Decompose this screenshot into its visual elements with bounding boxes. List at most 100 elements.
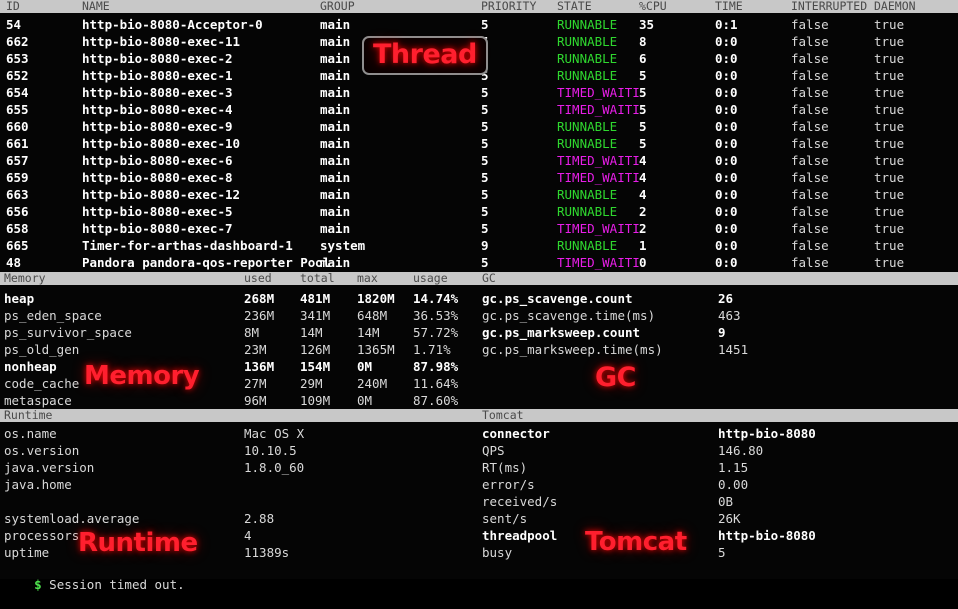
thread-cell-name: http-bio-8080-exec-3 (82, 85, 233, 100)
thread-cell-time: 0:0 (715, 68, 738, 83)
thread-row[interactable]: 655 http-bio-8080-exec-4 main 5 TIMED_WAITI 5… (0, 101, 958, 118)
thread-col-header-id: ID (6, 0, 20, 13)
memory-cell-usage: 87.98% (413, 359, 459, 374)
thread-cell-id: 656 (6, 204, 29, 219)
thread-cell-daemon: true (874, 34, 905, 49)
status-line: $ Session timed out. (4, 561, 185, 592)
runtime-row-name: systemload.average (4, 511, 140, 526)
thread-cell-name: http-bio-8080-exec-7 (82, 221, 233, 236)
thread-cell-daemon: true (874, 119, 905, 134)
thread-row[interactable]: 661 http-bio-8080-exec-10 main 5 RUNNABLE 5 0:… (0, 135, 958, 152)
thread-row[interactable]: 663 http-bio-8080-exec-12 main 5 RUNNABLE 4 0:… (0, 186, 958, 203)
thread-row[interactable]: 659 http-bio-8080-exec-8 main 5 TIMED_WAITI 4… (0, 169, 958, 186)
thread-col-header-daemon: DAEMON (874, 0, 916, 13)
runtime-row-value: 1.8.0_60 (244, 460, 305, 475)
memory-cell-usage: 14.74% (413, 291, 459, 306)
thread-cell-group: main (320, 153, 351, 168)
thread-col-header-time: TIME (715, 0, 743, 13)
gc-row-name: gc.ps_marksweep.time(ms) (482, 342, 663, 357)
thread-cell-cpu: 4 (639, 187, 647, 202)
thread-row[interactable]: 657 http-bio-8080-exec-6 main 5 TIMED_WAITI 4… (0, 152, 958, 169)
annotation-tomcat: Tomcat (585, 527, 687, 557)
memory-cell-total: 341M (300, 308, 331, 323)
thread-row[interactable]: 656 http-bio-8080-exec-5 main 5 RUNNABLE 2 0:0… (0, 203, 958, 220)
runtime-row-value: Mac OS X (244, 426, 305, 441)
thread-cell-time: 0:0 (715, 187, 738, 202)
memory-cell-max: 1365M (357, 342, 395, 357)
thread-cell-interrupted: false (791, 85, 829, 100)
thread-cell-interrupted: false (791, 221, 829, 236)
runtime-section-header: Runtime (0, 409, 478, 422)
thread-col-header-interrupted: INTERRUPTED (791, 0, 868, 13)
thread-cell-daemon: true (874, 238, 905, 253)
memory-cell-max: 14M (357, 325, 380, 340)
runtime-row-name: uptime (4, 545, 50, 560)
thread-row[interactable]: 660 http-bio-8080-exec-9 main 5 RUNNABLE 5 0:0… (0, 118, 958, 135)
tomcat-row-name: sent/s (482, 511, 528, 526)
gc-row-value: 463 (718, 308, 741, 323)
tomcat-row-value: 0.00 (718, 477, 749, 492)
memory-col-header-total: total (300, 272, 335, 285)
thread-cell-cpu: 8 (639, 34, 647, 49)
tomcat-row-name: connector (482, 426, 550, 441)
memory-row-name: ps_old_gen (4, 342, 80, 357)
thread-cell-cpu: 2 (639, 204, 647, 219)
thread-cell-interrupted: false (791, 119, 829, 134)
thread-cell-priority: 5 (481, 136, 489, 151)
memory-col-header-used: used (244, 272, 272, 285)
thread-cell-priority: 5 (481, 85, 489, 100)
memory-cell-used: 268M (244, 291, 275, 306)
thread-cell-daemon: true (874, 17, 905, 32)
thread-cell-state: RUNNABLE (557, 204, 618, 219)
thread-cell-state: RUNNABLE (557, 17, 618, 32)
tomcat-row-name: RT(ms) (482, 460, 528, 475)
thread-cell-id: 660 (6, 119, 29, 134)
annotation-memory: Memory (84, 361, 200, 391)
memory-col-header-max: max (357, 272, 378, 285)
gc-section-header: GC (478, 272, 958, 285)
thread-row[interactable]: 54 http-bio-8080-Acceptor-0 main 5 RUNNABLE 3… (0, 16, 958, 33)
thread-row[interactable]: 658 http-bio-8080-exec-7 main 5 TIMED_WAITI 2… (0, 220, 958, 237)
tomcat-row-value: http-bio-8080 (718, 426, 816, 441)
gc-row-name: gc.ps_scavenge.time(ms) (482, 308, 656, 323)
thread-cell-id: 658 (6, 221, 29, 236)
thread-cell-id: 659 (6, 170, 29, 185)
thread-row[interactable]: 665 Timer-for-arthas-dashboard-1 system 9 RU… (0, 237, 958, 254)
thread-row[interactable]: 48 Pandora pandora-qos-reporter Pool main 5… (0, 254, 958, 271)
thread-row[interactable]: 654 http-bio-8080-exec-3 main 5 TIMED_WAITI 5… (0, 84, 958, 101)
thread-cell-cpu: 5 (639, 136, 647, 151)
thread-cell-name: http-bio-8080-exec-10 (82, 136, 241, 151)
tomcat-row-name: received/s (482, 494, 558, 509)
thread-cell-cpu: 5 (639, 102, 647, 117)
thread-cell-group: main (320, 68, 351, 83)
thread-cell-daemon: true (874, 102, 905, 117)
thread-cell-priority: 5 (481, 187, 489, 202)
thread-cell-priority: 9 (481, 238, 489, 253)
thread-cell-id: 48 (6, 255, 22, 270)
thread-cell-interrupted: false (791, 204, 829, 219)
thread-cell-interrupted: false (791, 34, 829, 49)
thread-cell-name: http-bio-8080-exec-12 (82, 187, 241, 202)
thread-cell-name: Timer-for-arthas-dashboard-1 (82, 238, 293, 253)
thread-cell-state: RUNNABLE (557, 238, 618, 253)
gc-row-value: 9 (718, 325, 726, 340)
thread-cell-group: main (320, 255, 351, 270)
thread-cell-daemon: true (874, 85, 905, 100)
runtime-row-name: processors (4, 528, 80, 543)
thread-cell-group: main (320, 136, 351, 151)
memory-cell-used: 236M (244, 308, 275, 323)
tomcat-row-value: 0B (718, 494, 734, 509)
annotation-thread: Thread (362, 36, 488, 75)
runtime-row-name: os.name (4, 426, 57, 441)
thread-cell-daemon: true (874, 68, 905, 83)
annotation-gc: GC (595, 362, 636, 393)
thread-table-header: ID NAME GROUP PRIORITY STATE %CPU TIME INTERRUP… (0, 0, 958, 13)
thread-cell-group: main (320, 17, 351, 32)
memory-cell-max: 648M (357, 308, 388, 323)
thread-cell-time: 0:0 (715, 136, 738, 151)
tomcat-row-value: 26K (718, 511, 741, 526)
thread-cell-group: system (320, 238, 366, 253)
memory-cell-max: 0M (357, 359, 373, 374)
thread-cell-id: 663 (6, 187, 29, 202)
memory-section-header: Memory used total max usage (0, 272, 478, 285)
